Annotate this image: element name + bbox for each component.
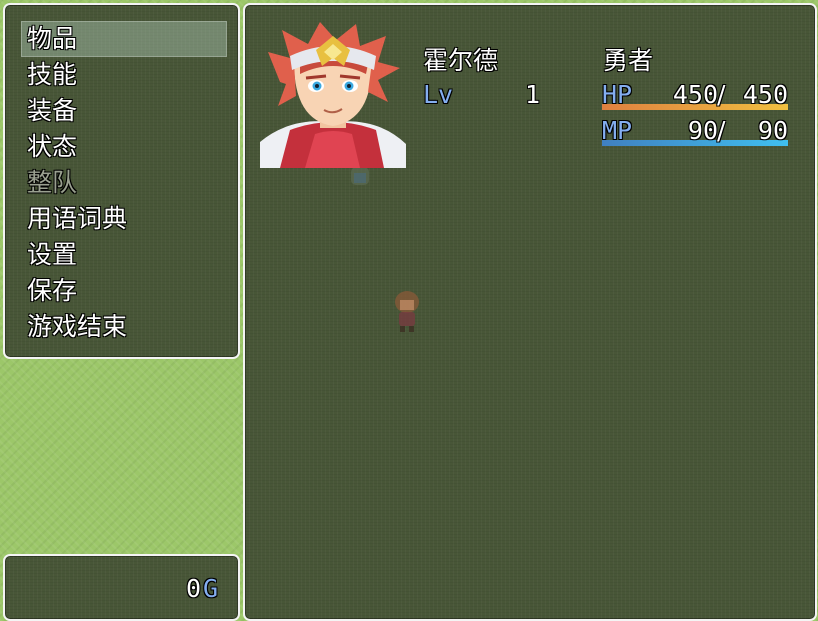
hero-face-icon [260,22,406,168]
menu-item-formation: 整队 [27,168,78,197]
hp-current: 450 [672,80,718,109]
menu-item-status[interactable]: 状态 [21,129,227,165]
mp-label: MP [602,116,633,145]
menu-item-skills[interactable]: 技能 [21,57,227,93]
menu-item-save[interactable]: 保存 [21,273,227,309]
actor-portrait[interactable] [260,22,406,168]
command-window: 物品 技能 装备 状态 整队 用语词典 设置 保存 游戏结束 [3,3,240,359]
actor-class: 勇者 [603,46,654,75]
gold-amount: 0 [185,574,201,603]
command-menu: 物品 技能 装备 状态 整队 用语词典 设置 保存 游戏结束 [21,21,227,345]
gold-window: 0 G [3,554,240,621]
menu-item-options[interactable]: 设置 [21,237,227,273]
menu-item-glossary[interactable]: 用语词典 [21,201,227,237]
hp-max: 450 [742,80,788,109]
actor-name: 霍尔德 [423,46,499,75]
menu-item-items[interactable]: 物品 [21,21,227,57]
level-label: Lv [423,80,454,109]
menu-item-game-end[interactable]: 游戏结束 [21,309,227,345]
hp-label: HP [602,80,633,109]
player-sprite [395,291,419,332]
level-value: 1 [524,80,540,109]
status-window: 霍尔德 勇者 Lv 1 HP 450 / 450 MP 90 / 90 [243,3,817,621]
menu-item-equip[interactable]: 装备 [21,93,227,129]
mp-max: 90 [757,116,788,145]
mp-current: 90 [687,116,718,145]
gold-unit: G [203,574,219,603]
